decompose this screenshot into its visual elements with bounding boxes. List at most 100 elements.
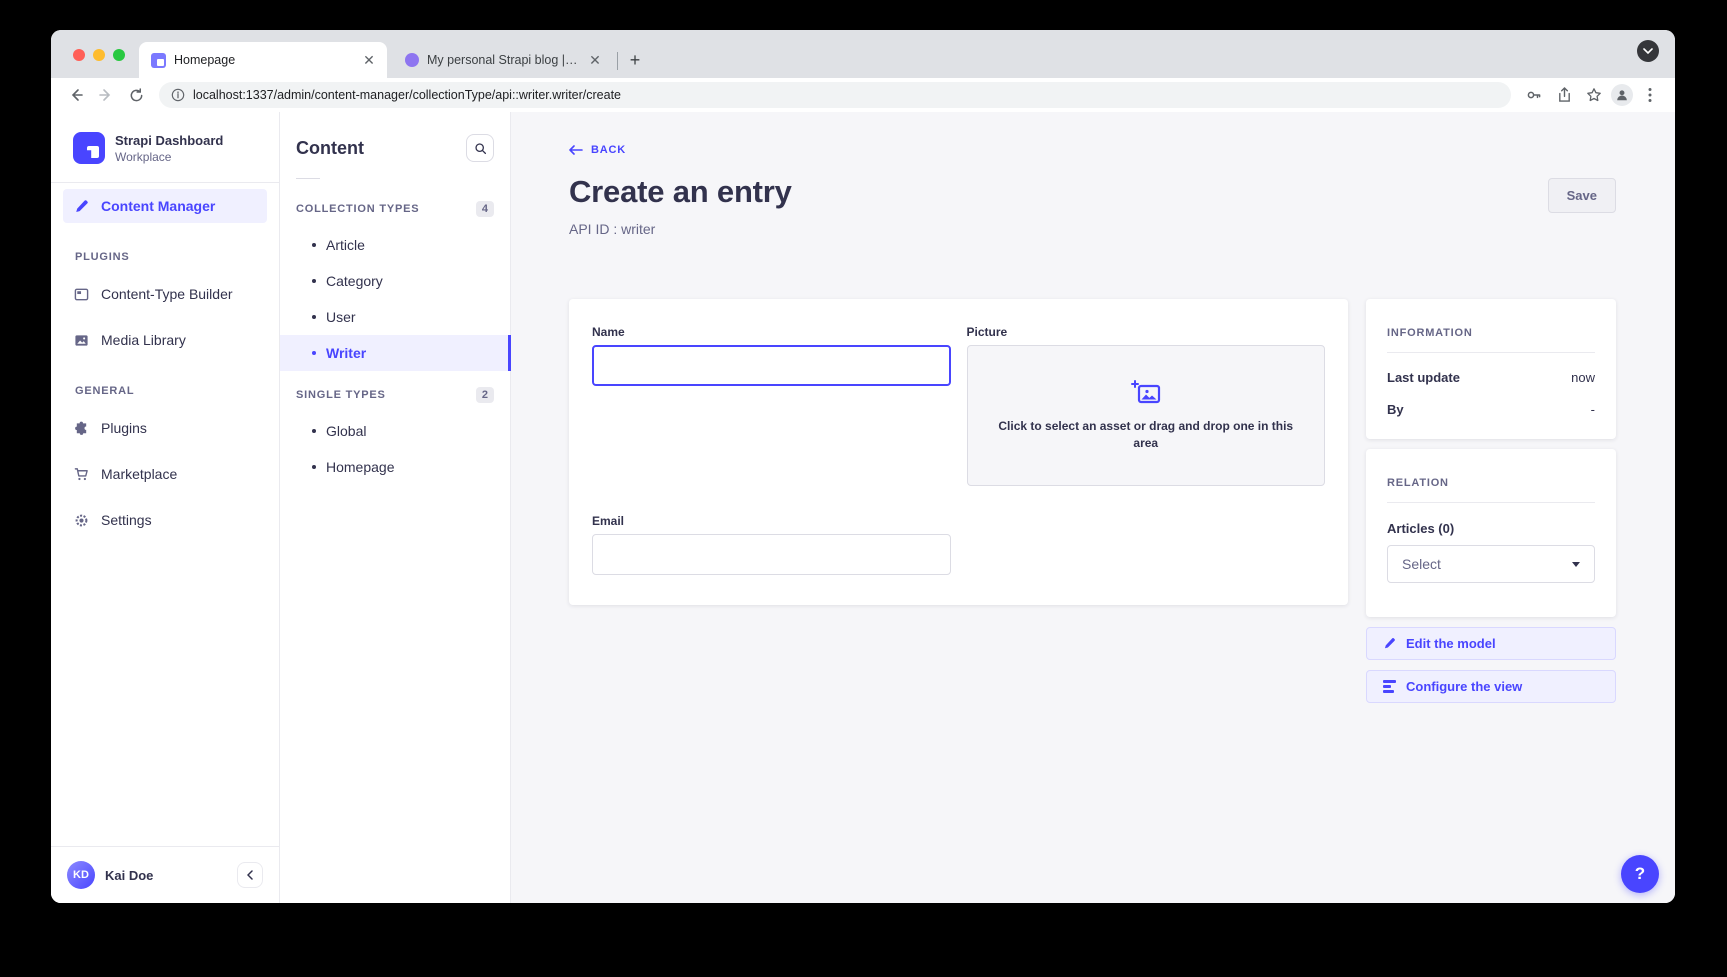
refresh-button[interactable] (123, 82, 149, 108)
configure-icon (1383, 680, 1396, 693)
chevron-down-icon (1572, 562, 1580, 567)
subnav-item-label: Homepage (326, 459, 395, 475)
relation-header: RELATION (1387, 469, 1595, 489)
page-info-icon (171, 88, 185, 102)
picture-field-group: Picture Click to select an asset or drag… (967, 325, 1326, 486)
articles-relation-label: Articles (0) (1387, 521, 1595, 536)
collapse-sidebar-button[interactable] (237, 862, 263, 888)
subnav-item-global[interactable]: Global (280, 413, 510, 449)
subnav-item-category[interactable]: Category (280, 263, 510, 299)
password-manager-button[interactable] (1521, 82, 1547, 108)
select-placeholder: Select (1402, 556, 1441, 572)
back-link[interactable]: BACK (569, 144, 626, 156)
tab-strapi-blog[interactable]: My personal Strapi blog | Strap ✕ (393, 42, 613, 78)
plugins-section-label: PLUGINS (51, 229, 279, 271)
info-label: By (1387, 402, 1404, 417)
picture-icon (73, 332, 89, 348)
sidebar-item-content-type-builder[interactable]: Content-Type Builder (63, 277, 267, 311)
general-section-label: GENERAL (51, 363, 279, 405)
back-button[interactable] (63, 82, 89, 108)
content-subnav: Content COLLECTION TYPES 4 Article Categ… (280, 112, 511, 903)
entry-form-card: Name Picture (569, 299, 1348, 605)
close-tab-icon[interactable]: ✕ (361, 52, 377, 68)
bullet-icon (312, 429, 316, 433)
picture-label: Picture (967, 325, 1326, 339)
last-update-row: Last update now (1387, 370, 1595, 385)
close-window-button[interactable] (73, 49, 85, 61)
edit-model-button[interactable]: Edit the model (1366, 627, 1616, 660)
browser-menu-button[interactable] (1637, 82, 1663, 108)
url-text: localhost:1337/admin/content-manager/col… (193, 88, 621, 102)
user-profile-row[interactable]: KD Kai Doe (51, 846, 279, 903)
name-input[interactable] (592, 345, 951, 386)
workspace-switcher[interactable]: Strapi Dashboard Workplace (51, 112, 279, 182)
email-field-group: Email (592, 514, 951, 575)
share-button[interactable] (1551, 82, 1577, 108)
main-sidebar: Strapi Dashboard Workplace Content Manag… (51, 112, 280, 903)
configure-view-button[interactable]: Configure the view (1366, 670, 1616, 703)
user-name: Kai Doe (105, 868, 227, 883)
bullet-icon (312, 351, 316, 355)
three-dots-icon (1648, 87, 1652, 103)
picture-upload-dropzone[interactable]: Click to select an asset or drag and dro… (967, 345, 1326, 486)
user-icon (1615, 88, 1629, 102)
subnav-item-homepage[interactable]: Homepage (280, 449, 510, 485)
browser-profile-avatar[interactable] (1611, 84, 1633, 106)
divider (1387, 352, 1595, 353)
strapi-admin-app: Strapi Dashboard Workplace Content Manag… (51, 112, 1675, 903)
forward-arrow-icon (98, 87, 114, 103)
main-content: BACK Create an entry Save API ID : write… (511, 112, 1675, 903)
bullet-icon (312, 315, 316, 319)
workspace-label: Workplace (115, 150, 223, 164)
new-tab-button[interactable]: + (622, 47, 648, 73)
minimize-window-button[interactable] (93, 49, 105, 61)
email-input[interactable] (592, 534, 951, 575)
articles-select[interactable]: Select (1387, 545, 1595, 583)
subnav-item-article[interactable]: Article (280, 227, 510, 263)
subnav-item-label: Writer (326, 345, 366, 361)
help-button[interactable]: ? (1621, 855, 1659, 893)
chevron-down-icon (1643, 48, 1653, 54)
pencil-icon (1383, 637, 1396, 650)
close-tab-icon[interactable]: ✕ (587, 52, 603, 68)
maximize-window-button[interactable] (113, 49, 125, 61)
address-bar[interactable]: localhost:1337/admin/content-manager/col… (159, 82, 1511, 108)
subnav-item-user[interactable]: User (280, 299, 510, 335)
sidebar-item-media-library[interactable]: Media Library (63, 323, 267, 357)
bookmark-button[interactable] (1581, 82, 1607, 108)
puzzle-icon (73, 420, 89, 436)
divider (1387, 502, 1595, 503)
refresh-icon (129, 88, 144, 103)
sidebar-item-content-manager[interactable]: Content Manager (63, 189, 267, 223)
subnav-item-label: Global (326, 423, 366, 439)
subnav-item-label: Category (326, 273, 383, 289)
page-title: Create an entry (569, 174, 792, 210)
email-label: Email (592, 514, 951, 528)
subnav-item-label: Article (326, 237, 365, 253)
sidebar-item-label: Content Manager (101, 198, 215, 214)
tab-search-button[interactable] (1637, 40, 1659, 62)
sidebar-item-plugins[interactable]: Plugins (63, 411, 267, 445)
pen-icon (73, 198, 89, 214)
subnav-item-writer[interactable]: Writer (280, 335, 510, 371)
avatar: KD (67, 861, 95, 889)
search-button[interactable] (466, 134, 494, 162)
layout-icon (73, 286, 89, 302)
sidebar-item-settings[interactable]: Settings (63, 503, 267, 537)
back-label: BACK (591, 144, 626, 156)
forward-button[interactable] (93, 82, 119, 108)
configure-view-label: Configure the view (1406, 679, 1522, 694)
arrow-left-icon (569, 145, 583, 155)
save-button[interactable]: Save (1548, 178, 1616, 213)
strapi-favicon (151, 53, 166, 68)
search-icon (474, 142, 487, 155)
help-label: ? (1635, 864, 1645, 884)
name-label: Name (592, 325, 951, 339)
bullet-icon (312, 279, 316, 283)
tab-homepage[interactable]: Homepage ✕ (139, 42, 387, 78)
single-types-count: 2 (476, 387, 494, 403)
entry-meta-panel: INFORMATION Last update now By - RELATIO… (1366, 299, 1616, 703)
sidebar-item-label: Plugins (101, 420, 147, 436)
sidebar-item-marketplace[interactable]: Marketplace (63, 457, 267, 491)
sidebar-item-label: Media Library (101, 332, 186, 348)
